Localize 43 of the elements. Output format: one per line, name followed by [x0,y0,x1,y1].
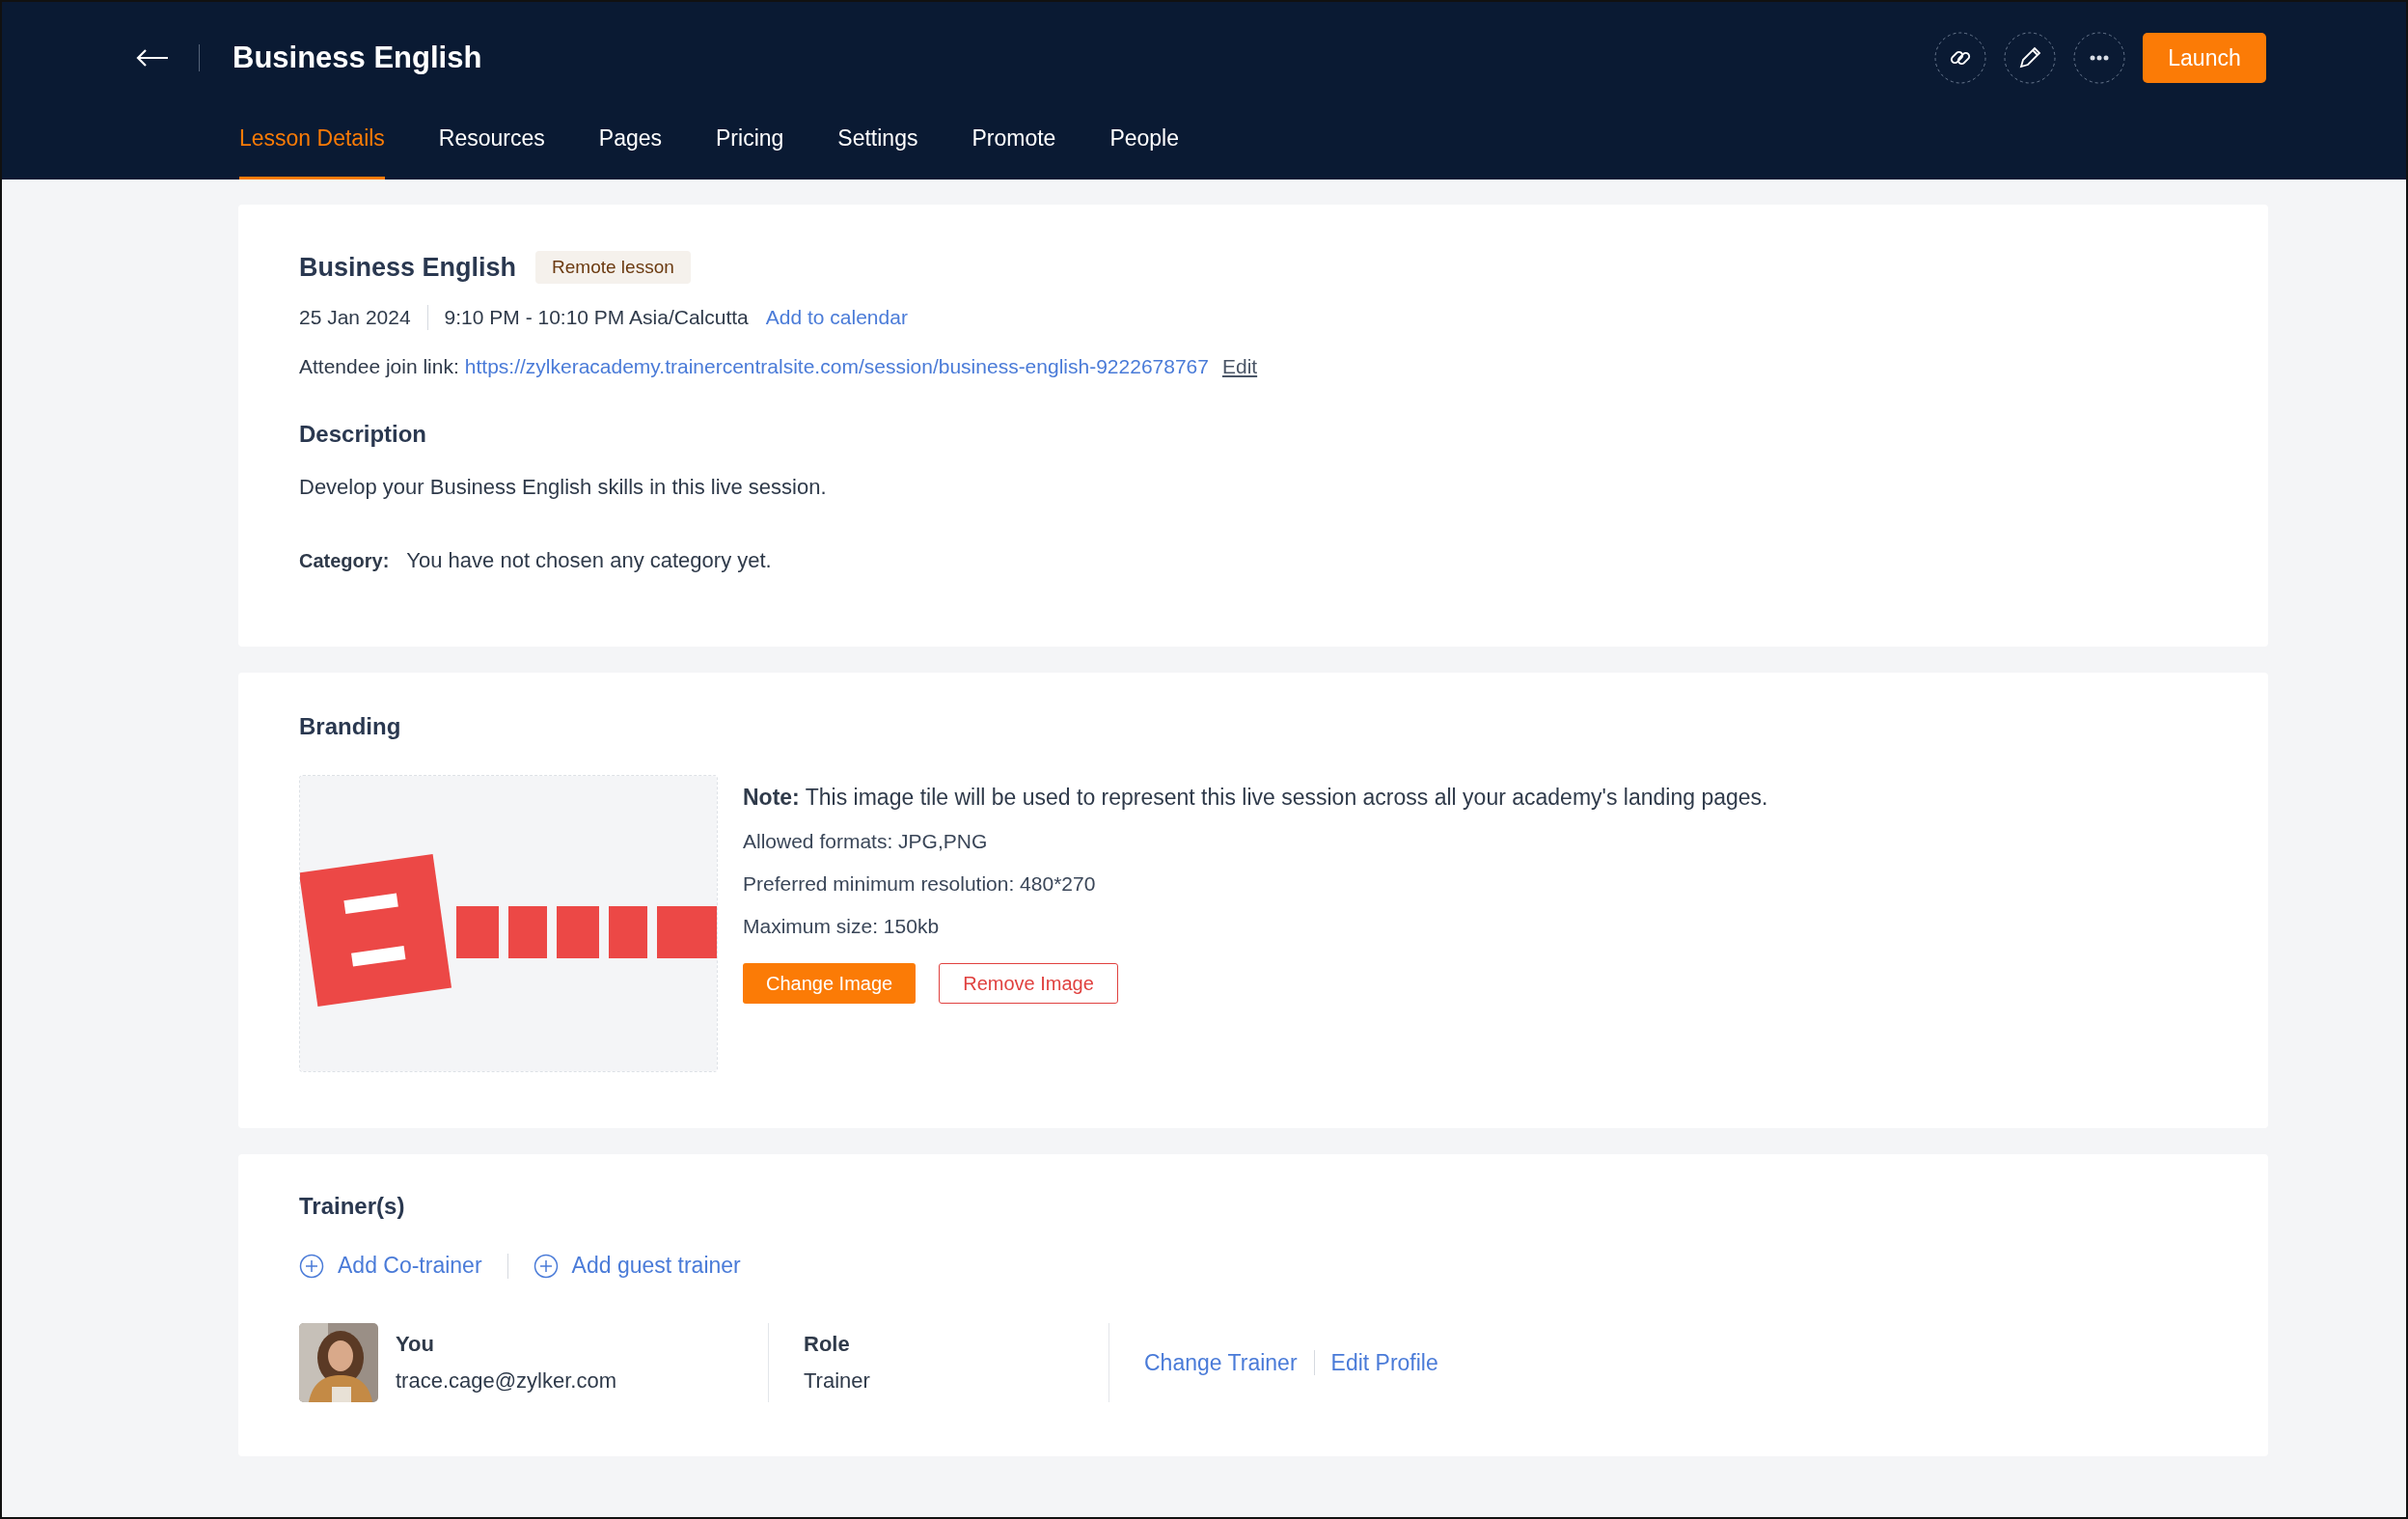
more-icon[interactable] [2073,32,2125,84]
page-title: Business English [233,41,482,75]
section-heading: Trainer(s) [299,1193,406,1220]
category-label: Category: [299,550,390,572]
tab[interactable]: Promote [971,114,1056,180]
remove-image-button[interactable]: Remove Image [939,963,1118,1004]
trainer-action-link[interactable]: Edit Profile [1330,1349,1438,1376]
trainer-email: trace.cage@zylker.com [396,1368,617,1394]
role-label: Role [804,1332,851,1357]
section-heading: Description [299,421,428,448]
change-image-button[interactable]: Change Image [743,963,917,1004]
tab[interactable]: Pages [598,114,662,180]
lesson-time: 9:10 PM - 10:10 PM Asia/Calcutta [444,306,749,329]
section-heading: Branding [299,713,402,740]
tab[interactable]: Settings [837,114,918,180]
add-to-calendar-link[interactable]: Add to calendar [765,306,908,329]
pencil-icon[interactable] [2004,32,2056,84]
link-icon[interactable] [1934,32,1986,84]
lesson-date: 25 Jan 2024 [299,306,411,329]
add-icon[interactable] [299,1253,324,1279]
back-arrow-icon[interactable] [135,48,170,68]
category-value: You have not chosen any category yet. [406,548,772,573]
trainer-action-link[interactable]: Change Trainer [1144,1349,1298,1376]
join-link-label: Attendee join link: [299,355,459,378]
tab[interactable]: People [1109,114,1179,180]
tab[interactable]: Lesson Details [239,114,385,180]
image-requirement: Preferred minimum resolution: 480*270 [743,872,1097,896]
add-trainer-link[interactable]: Add Co-trainer [338,1253,482,1279]
tab[interactable]: Pricing [716,114,784,180]
add-trainer-link[interactable]: Add guest trainer [571,1253,741,1279]
lesson-type-badge: Remote lesson [535,251,691,284]
launch-button[interactable]: Launch [2143,33,2266,83]
image-requirement: Allowed formats: JPG,PNG [743,830,989,853]
join-url-link[interactable]: https://zylkeracademy.trainercentralsite.com/session/business-english-9222678767 [464,355,1209,378]
add-icon[interactable] [533,1253,559,1279]
edit-link[interactable]: Edit [1221,355,1258,378]
lesson-title: Business English [299,252,517,283]
description-text: Develop your Business English skills in this live session. [299,475,828,500]
note-text: Note: This image tile will be used to represent this live session across all your academy's landing pages. [743,785,1768,811]
tab[interactable]: Resources [438,114,545,180]
image-requirement: Maximum size: 150kb [743,915,941,938]
trainer-name: You [396,1332,435,1357]
trainer-role: Trainer [804,1368,871,1394]
